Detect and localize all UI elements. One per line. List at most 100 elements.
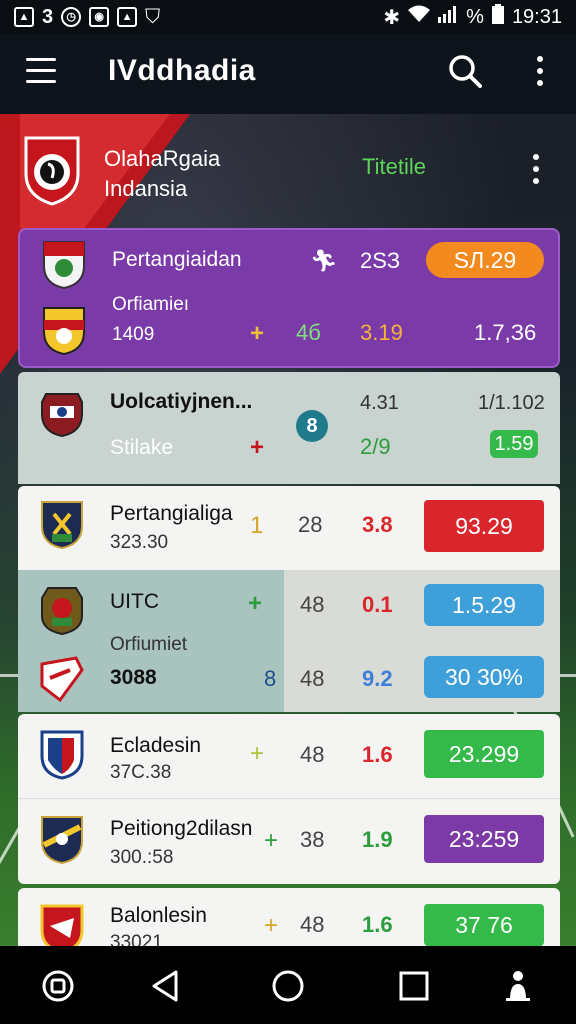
team-stat: 33021	[110, 932, 163, 946]
match-card-highlighted[interactable]: Pertangiaidan 🏃︎ 2ЅЗ ЅЛ.29 Orfiamieı 140…	[18, 228, 560, 368]
app-title: IVddhadia	[108, 54, 256, 87]
team-name: Stilake	[110, 436, 174, 459]
league-more-icon[interactable]	[530, 154, 542, 188]
odds-value: 1.7,З6	[474, 320, 537, 345]
add-icon[interactable]: +	[264, 827, 278, 855]
system-icons: ✱ % 19:31	[383, 4, 562, 30]
match-card[interactable]: UITC + 48 0.1 1.5.29 Orfiumiet 3088 8 48…	[18, 570, 560, 712]
battery-icon	[491, 4, 504, 30]
team-crest-icon	[40, 500, 84, 550]
league-logo	[22, 134, 82, 206]
team-name: Orfiumiet	[110, 634, 188, 655]
odds-value: 4.31	[360, 392, 399, 414]
photo-icon: ▲	[14, 7, 34, 27]
app-bar: IVddhadia	[0, 34, 576, 114]
team-stat: 1409	[112, 324, 155, 345]
league-name-line1: OlahaRgaia	[104, 146, 221, 171]
odds-value: 3.19	[360, 320, 403, 345]
match-card[interactable]: Pertangialiga 323.30 1 28 3.8 93.29	[18, 486, 560, 570]
team-crest-icon	[42, 306, 86, 356]
team-name: Pertangialiga	[110, 502, 233, 525]
back-icon[interactable]	[146, 966, 186, 1006]
notification-icons: ▲ 3 ◷ ◉ ▲ ⛉	[14, 6, 160, 29]
team-name: Uolcatiyjnen...	[110, 390, 253, 413]
odds-value: 4б	[296, 320, 321, 345]
odds-value: 0.1	[362, 592, 393, 617]
team-crest-icon	[40, 656, 84, 706]
odds-value: 48	[300, 592, 325, 617]
team-name: Pertangiaidan	[112, 248, 242, 271]
odds-pill[interactable]: 23.299	[424, 730, 544, 778]
clock-time: 19:31	[511, 5, 562, 28]
team-name: Peitiong2dilasn	[110, 817, 253, 840]
odds-value: 28	[298, 512, 323, 537]
home-icon[interactable]	[268, 966, 308, 1006]
odds-value: 1.6	[362, 742, 393, 767]
odds-value: 38	[300, 827, 325, 852]
league-action-link[interactable]: Titetile	[362, 154, 426, 180]
signal-icon	[438, 5, 458, 29]
add-icon[interactable]: 8	[264, 666, 276, 692]
more-options-icon[interactable]	[534, 56, 546, 90]
odds-pill[interactable]: 30 30%	[424, 656, 544, 698]
team-name: UITC	[110, 590, 159, 613]
status-bar: ▲ 3 ◷ ◉ ▲ ⛉ ✱ % 19:31	[0, 0, 576, 34]
bluetooth-icon: ✱	[383, 6, 401, 29]
match-card[interactable]: Balonlesin 33021 + 48 1.6 37 76	[18, 888, 560, 946]
system-navigation-bar	[0, 946, 576, 1024]
accessibility-icon[interactable]	[498, 966, 538, 1006]
odds-value: 9.2	[362, 666, 393, 691]
odds-pill[interactable]: 23:259	[424, 815, 544, 863]
add-icon[interactable]: +	[264, 912, 278, 940]
camera-icon: ◉	[89, 7, 110, 27]
assistant-icon[interactable]	[38, 966, 78, 1006]
add-icon[interactable]: +	[250, 740, 264, 768]
team-name: Orfiamieı	[112, 294, 190, 315]
team-stat: 37Ϲ.38	[110, 762, 172, 783]
add-icon[interactable]: +	[250, 320, 264, 348]
match-card[interactable]: Ecladesin 37Ϲ.38 + 48 1.6 23.299	[18, 714, 560, 798]
running-icon: 🏃︎	[310, 248, 338, 273]
team-crest-icon	[40, 388, 84, 438]
add-icon[interactable]: 1	[250, 512, 263, 540]
team-name: Balonlesin	[110, 904, 207, 927]
team-crest-icon	[40, 730, 84, 780]
notification-count: 3	[42, 5, 54, 28]
live-badge: 8	[296, 410, 328, 442]
match-card[interactable]: Uolcatiyjnen... Stilake 8 + 4.31 1/1.102…	[18, 372, 560, 484]
score-value: 2ЅЗ	[360, 248, 401, 273]
menu-icon[interactable]	[26, 58, 56, 84]
odds-value: 3.8	[362, 512, 393, 537]
add-icon[interactable]: +	[250, 434, 264, 462]
odds-pill[interactable]: ЅЛ.29	[426, 242, 544, 278]
match-card[interactable]: Peitiong2dilasn 300.:58 + 38 1.9 23:259	[18, 798, 560, 884]
team-crest-icon	[40, 904, 84, 946]
wifi-icon	[408, 5, 431, 29]
team-stat: 300.:58	[110, 847, 174, 868]
odds-pill[interactable]: 93.29	[424, 500, 544, 552]
add-icon[interactable]: +	[248, 590, 262, 618]
team-stat: 3088	[110, 666, 157, 689]
clock-icon: ◷	[61, 7, 82, 27]
league-name: OlahaRgaia Indansia	[104, 144, 220, 204]
odds-value: 1.6	[362, 912, 393, 937]
odds-pill[interactable]: 37 76	[424, 904, 544, 946]
photo-icon: ▲	[117, 7, 138, 27]
odds-value: 48	[300, 912, 325, 937]
odds-pill[interactable]: 1.5.29	[424, 584, 544, 626]
league-name-line2: Indansia	[104, 176, 188, 201]
odds-pill[interactable]: 1.59	[490, 430, 538, 458]
recent-apps-icon[interactable]	[394, 966, 434, 1006]
team-name: Ecladesin	[110, 734, 202, 757]
odds-value: 48	[300, 742, 325, 767]
team-crest-icon	[42, 240, 86, 290]
team-crest-icon	[40, 586, 84, 636]
shield-icon: ⛉	[145, 5, 161, 28]
team-stat: 323.30	[110, 532, 169, 553]
search-icon[interactable]	[448, 54, 482, 88]
odds-value: 2/9	[360, 434, 391, 459]
battery-percent: %	[466, 5, 484, 28]
odds-value: 1.9	[362, 827, 393, 852]
team-crest-icon	[40, 815, 84, 865]
league-header: OlahaRgaia Indansia Titetile	[0, 114, 576, 226]
